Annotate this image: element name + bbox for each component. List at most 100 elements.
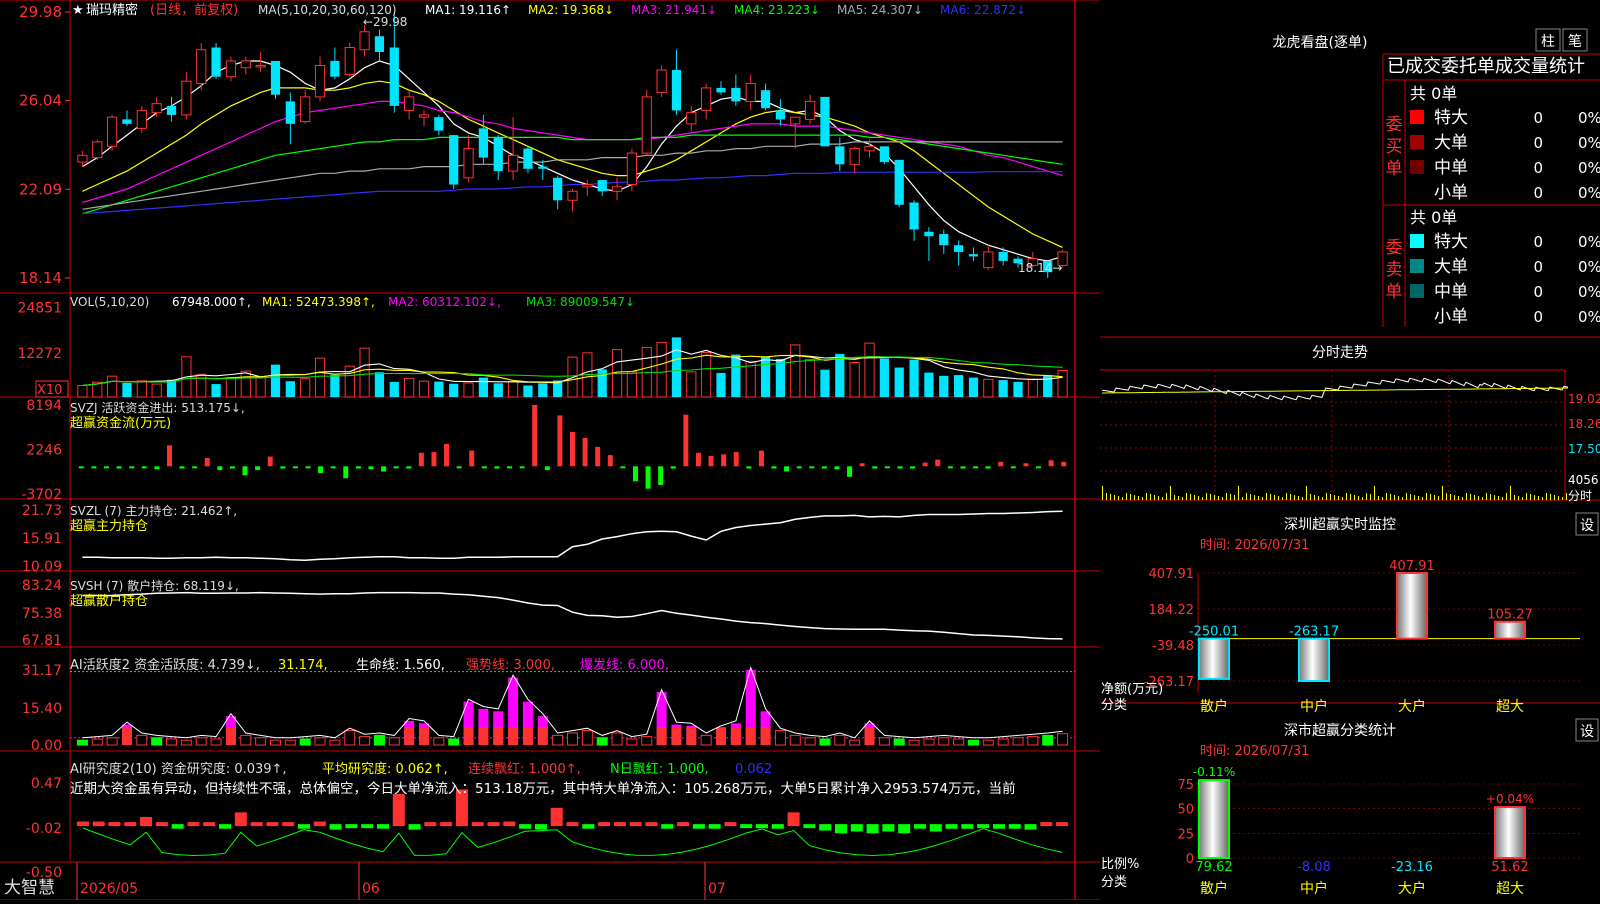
fs-volume-bar: [1218, 496, 1219, 500]
svzj-bar: [544, 466, 550, 471]
buy_rows-value: 0: [1533, 134, 1543, 152]
ai1-bar-base: [686, 727, 697, 745]
ai2-bar: [787, 812, 800, 827]
fs-volume-bar: [1238, 486, 1239, 500]
candle-body-down: [538, 166, 548, 169]
fs-volume-bar: [1306, 486, 1307, 500]
volume-bar-down: [478, 377, 488, 397]
monitor-bar-中户: [1299, 638, 1329, 681]
monitor-category: 中户: [1300, 698, 1328, 715]
buy_rows-name: 大单: [1434, 133, 1468, 153]
candle-body-up: [701, 87, 712, 111]
sell_rows-swatch: [1410, 309, 1424, 323]
lhb-btn_zhu-label: 柱: [1541, 34, 1555, 50]
monitor-y-label: 净额(万元): [1101, 682, 1163, 697]
volume-bar-down: [939, 375, 949, 397]
ai2-bar: [819, 824, 832, 831]
ai2-bar: [708, 824, 721, 829]
svzj-bar: [557, 415, 563, 467]
volume-bar-up: [225, 377, 237, 398]
svzj-bar: [532, 405, 538, 467]
volume-bar-down: [820, 369, 830, 397]
ai2-bar: [124, 822, 137, 827]
ai2-bar: [866, 824, 879, 834]
ai1-value2: 31.174,: [278, 658, 328, 673]
fs-axis-label: 18.26: [1568, 417, 1600, 431]
svzj-bar: [884, 466, 890, 469]
buy-side-label: 委: [1386, 115, 1403, 135]
ai1-bar: [359, 736, 371, 746]
ai2-bar: [550, 807, 563, 827]
buy_rows-swatch: [1410, 160, 1424, 174]
monitor-settings-label: 设: [1580, 518, 1594, 534]
ai1-bar-base: [121, 727, 132, 745]
volume-bar-up: [1027, 378, 1038, 398]
svzj-bar: [758, 450, 764, 467]
fs-volume-bar: [1510, 486, 1511, 500]
candle-body-down: [597, 180, 607, 192]
fs-volume-bar: [1198, 496, 1199, 500]
candle-body-up: [611, 186, 623, 192]
ai2-bar: [1008, 824, 1021, 829]
candle-body-up: [686, 112, 697, 125]
svzj-bar: [469, 450, 475, 467]
buy_rows-name: 中单: [1434, 158, 1468, 178]
svzj-bar: [683, 414, 689, 467]
ai2-bar: [661, 824, 674, 829]
volume-bar-up: [300, 378, 311, 398]
svzj-bar: [582, 437, 588, 467]
svzj-bar: [229, 466, 235, 469]
fs-volume-bar: [1326, 493, 1327, 500]
volume-bar-down: [879, 358, 889, 397]
volume-ma3: MA3: 89009.547↓: [526, 295, 635, 309]
sell-side-label: 卖: [1386, 260, 1403, 280]
fs-volume-bar: [1402, 497, 1403, 500]
sell-side-label: 单: [1386, 282, 1403, 302]
candle-body-up: [344, 46, 355, 75]
ai1-bar: [552, 734, 564, 746]
ai1-strong-label: 强势线: 3.000,: [466, 657, 555, 673]
fs-volume-bar: [1270, 494, 1271, 500]
ai1-bar: [611, 732, 623, 746]
svzj-bar: [355, 466, 361, 469]
candle-body-up: [255, 64, 266, 68]
chart-canvas[interactable]: 29.98 26.04 22.09 18.14 ←29.98 18.14→ ★ 瑞玛精密 (日线…: [0, 0, 1600, 901]
fs-volume-bar: [1390, 494, 1391, 500]
ai2-bar: [424, 822, 437, 827]
candle-body-up: [240, 60, 251, 69]
candle-body-down: [166, 105, 177, 115]
candle-body-down: [775, 110, 786, 120]
candle-body-down: [939, 233, 949, 246]
fs-axis-label: 分时: [1568, 489, 1592, 503]
fs-volume-bar: [1118, 496, 1119, 500]
svzj-bar: [935, 459, 941, 467]
class-category: 超大: [1496, 881, 1524, 897]
ai2-axis-label: 0.47: [31, 776, 62, 792]
ai1-bar: [567, 732, 578, 746]
svzj-bar: [1048, 460, 1054, 467]
fs-volume-bar: [1294, 495, 1295, 500]
ai1-bar: [151, 737, 163, 746]
fs-volume-bar: [1258, 496, 1259, 500]
candle-body-down: [122, 119, 132, 124]
monitor-axis-label: -39.48: [1152, 639, 1194, 654]
fs-volume-bar: [1414, 495, 1415, 500]
volume-bar-up: [864, 342, 875, 398]
candle-body-down: [894, 159, 904, 205]
fs-volume-bar: [1246, 493, 1247, 500]
ai2-continuous: 连续飘红: 1.000↑,: [468, 761, 581, 777]
sell_rows-swatch: [1410, 259, 1424, 273]
candle-body-down: [330, 60, 340, 77]
sell_rows-pct: 0%: [1578, 308, 1600, 326]
ai2-bar: [519, 824, 532, 829]
ai1-bar: [581, 730, 593, 746]
ai2-bar: [756, 824, 769, 829]
candle-body-up: [107, 116, 118, 147]
volume-bar-up: [507, 381, 519, 398]
volume-bar-down: [998, 380, 1008, 397]
candle-body-down: [374, 36, 385, 52]
fs-volume-bar: [1462, 497, 1463, 500]
class-axis-label: 75: [1177, 778, 1194, 793]
candle-body-down: [954, 245, 964, 252]
fs-volume-bar: [1282, 497, 1283, 500]
